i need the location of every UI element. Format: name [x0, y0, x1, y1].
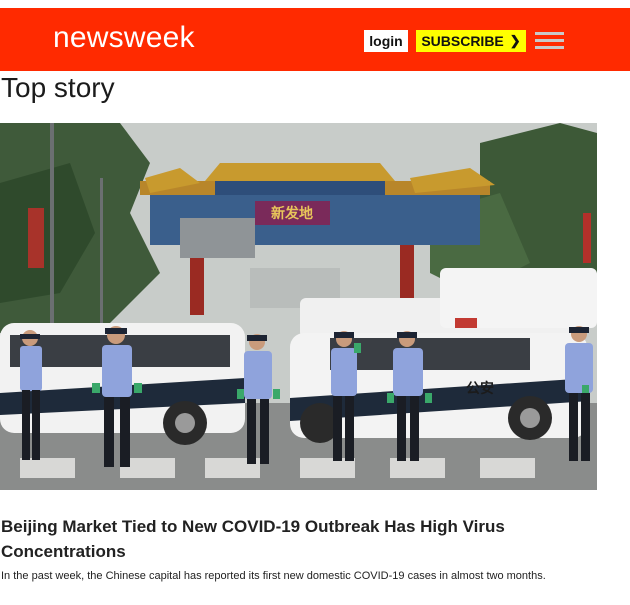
hamburger-menu-icon[interactable]	[535, 32, 564, 50]
section-title: Top story	[1, 72, 115, 103]
car-label: 公安	[466, 380, 494, 397]
subscribe-button[interactable]: SUBSCRIBE ❯	[416, 30, 526, 52]
subscribe-label: SUBSCRIBE	[421, 33, 504, 49]
story-headline[interactable]: Beijing Market Tied to New COVID-19 Outb…	[1, 514, 561, 564]
gate-sign: 新发地	[271, 205, 313, 222]
story-image[interactable]: 新发地 公安	[0, 123, 597, 490]
chevron-right-icon: ❯	[509, 33, 521, 48]
newsweek-logo[interactable]: newsweek	[53, 21, 195, 55]
login-button[interactable]: login	[364, 30, 408, 52]
story-summary: In the past week, the Chinese capital ha…	[1, 570, 546, 582]
top-nav-bar: newsweek login SUBSCRIBE ❯	[0, 8, 630, 71]
